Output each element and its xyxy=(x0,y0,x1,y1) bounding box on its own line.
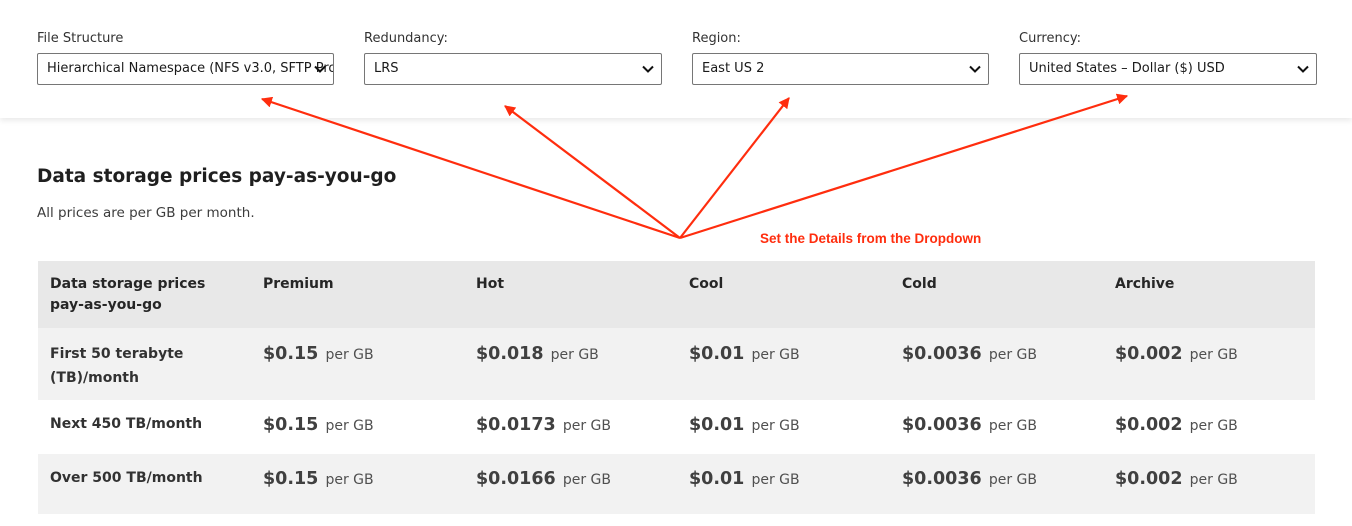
price-cell: $0.15 per GB xyxy=(251,400,464,454)
price-amount: $0.15 xyxy=(263,469,319,489)
currency-filter: Currency: xyxy=(1019,31,1081,47)
file-structure-label: File Structure xyxy=(37,31,124,46)
table-row: Next 450 TB/month $0.15 per GB $0.0173 p… xyxy=(38,400,1315,454)
column-header: Data storage prices pay-as-you-go xyxy=(50,276,206,313)
column-header: Archive xyxy=(1115,276,1175,292)
table-row: Over 500 TB/month $0.15 per GB $0.0166 p… xyxy=(38,454,1315,514)
currency-label: Currency: xyxy=(1019,31,1082,46)
price-cell: $0.15 per GB xyxy=(251,454,464,514)
chevron-down-icon xyxy=(314,65,326,73)
price-amount: $0.01 xyxy=(689,344,745,364)
price-unit: per GB xyxy=(1189,418,1238,434)
currency-select[interactable]: United States – Dollar ($) USD xyxy=(1019,53,1317,85)
price-unit: per GB xyxy=(325,418,374,434)
redundancy-filter: Redundancy: xyxy=(364,31,448,47)
price-cell: $0.0036 per GB xyxy=(890,328,1103,400)
column-header: Cool xyxy=(689,276,724,292)
price-amount: $0.002 xyxy=(1115,415,1183,435)
price-amount: $0.002 xyxy=(1115,344,1183,364)
price-amount: $0.002 xyxy=(1115,469,1183,489)
chevron-down-icon xyxy=(1297,65,1309,73)
price-cell: $0.0036 per GB xyxy=(890,454,1103,514)
price-cell: $0.002 per GB xyxy=(1103,454,1315,514)
price-cell: $0.002 per GB xyxy=(1103,328,1315,400)
price-amount: $0.15 xyxy=(263,415,319,435)
section-subtitle: All prices are per GB per month. xyxy=(37,205,255,221)
price-amount: $0.01 xyxy=(689,469,745,489)
price-amount: $0.01 xyxy=(689,415,745,435)
price-unit: per GB xyxy=(562,472,611,488)
table-row: First 50 terabyte (TB)/month $0.15 per G… xyxy=(38,328,1315,400)
price-unit: per GB xyxy=(1189,472,1238,488)
price-amount: $0.018 xyxy=(476,344,544,364)
price-unit: per GB xyxy=(988,472,1037,488)
price-cell: $0.0166 per GB xyxy=(464,454,677,514)
section-title: Data storage prices pay-as-you-go xyxy=(37,166,397,187)
tier-label: Over 500 TB/month xyxy=(50,470,203,486)
region-select[interactable]: East US 2 xyxy=(692,53,989,85)
tier-label: First 50 terabyte (TB)/month xyxy=(50,346,184,386)
price-unit: per GB xyxy=(751,347,800,363)
price-amount: $0.0036 xyxy=(902,469,982,489)
price-unit: per GB xyxy=(562,418,611,434)
price-amount: $0.0036 xyxy=(902,415,982,435)
price-amount: $0.15 xyxy=(263,344,319,364)
price-amount: $0.0036 xyxy=(902,344,982,364)
price-cell: $0.018 per GB xyxy=(464,328,677,400)
arrow-to-region xyxy=(679,97,790,239)
tier-label: Next 450 TB/month xyxy=(50,416,203,432)
price-cell: $0.002 per GB xyxy=(1103,400,1315,454)
price-cell: $0.01 per GB xyxy=(677,400,890,454)
price-unit: per GB xyxy=(988,347,1037,363)
currency-value: United States – Dollar ($) USD xyxy=(1029,61,1225,76)
chevron-down-icon xyxy=(642,65,654,73)
annotation-callout: Set the Details from the Dropdown xyxy=(760,231,982,246)
column-header: Hot xyxy=(476,276,505,292)
price-unit: per GB xyxy=(550,347,599,363)
price-cell: $0.01 per GB xyxy=(677,328,890,400)
price-table: Data storage prices pay-as-you-go Premiu… xyxy=(38,261,1315,514)
file-structure-value: Hierarchical Namespace (NFS v3.0, SFTP P… xyxy=(47,61,334,76)
table-header-row: Data storage prices pay-as-you-go Premiu… xyxy=(38,261,1315,328)
redundancy-select[interactable]: LRS xyxy=(364,53,662,85)
file-structure-filter: File Structure xyxy=(37,31,123,47)
region-filter: Region: xyxy=(692,31,741,47)
arrow-to-redundancy xyxy=(504,105,681,239)
region-value: East US 2 xyxy=(702,61,765,76)
column-header: Cold xyxy=(902,276,937,292)
price-unit: per GB xyxy=(325,347,374,363)
redundancy-label: Redundancy: xyxy=(364,31,448,46)
file-structure-select[interactable]: Hierarchical Namespace (NFS v3.0, SFTP P… xyxy=(37,53,334,85)
price-cell: $0.0173 per GB xyxy=(464,400,677,454)
region-label: Region: xyxy=(692,31,741,46)
price-unit: per GB xyxy=(988,418,1037,434)
price-unit: per GB xyxy=(1189,347,1238,363)
price-amount: $0.0173 xyxy=(476,415,556,435)
price-cell: $0.01 per GB xyxy=(677,454,890,514)
price-unit: per GB xyxy=(325,472,374,488)
price-cell: $0.0036 per GB xyxy=(890,400,1103,454)
column-header: Premium xyxy=(263,276,334,292)
price-unit: per GB xyxy=(751,418,800,434)
redundancy-value: LRS xyxy=(374,61,399,76)
price-amount: $0.0166 xyxy=(476,469,556,489)
filter-bar: File Structure Hierarchical Namespace (N… xyxy=(0,0,1352,118)
price-cell: $0.15 per GB xyxy=(251,328,464,400)
chevron-down-icon xyxy=(969,65,981,73)
price-unit: per GB xyxy=(751,472,800,488)
